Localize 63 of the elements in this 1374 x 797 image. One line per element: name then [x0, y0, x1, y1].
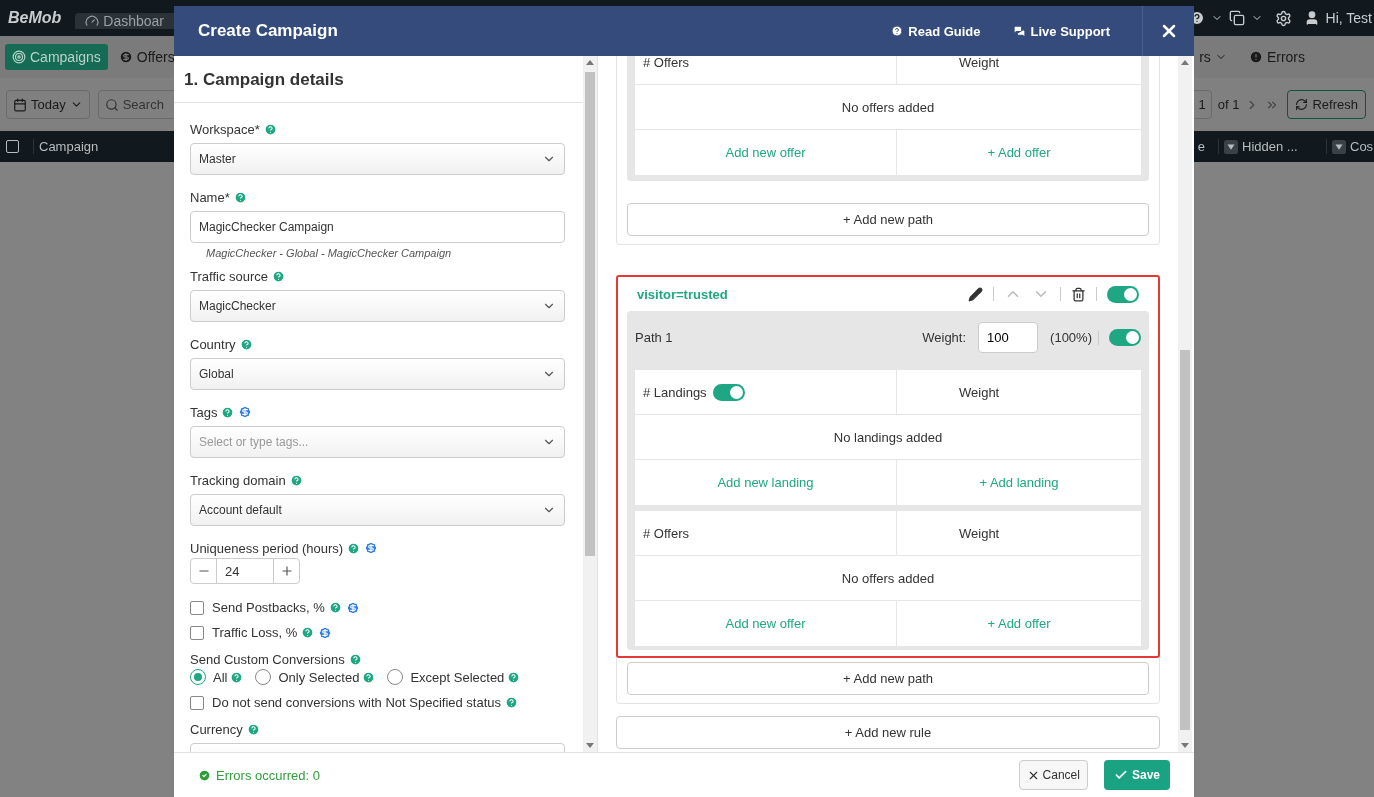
- checkbox-label: Traffic Loss, %: [212, 625, 298, 640]
- rule-condition: visitor=trusted: [637, 286, 728, 302]
- weight-field[interactable]: 100: [978, 322, 1039, 353]
- nav-tab[interactable]: rs: [1192, 44, 1234, 70]
- select-field[interactable]: Account default: [190, 494, 566, 526]
- field-label: Tracking domain: [190, 472, 286, 488]
- number-stepper[interactable]: 24: [190, 558, 300, 584]
- nav-tab[interactable]: Campaigns: [5, 44, 108, 70]
- select-field[interactable]: Select or type tags...: [190, 426, 566, 458]
- column-header: Hidden ...: [1218, 139, 1318, 154]
- add-path-button[interactable]: + Add new path: [627, 662, 1149, 695]
- column-header: Campaign: [33, 139, 104, 154]
- field-label: Country: [190, 336, 236, 352]
- table-header-cell: Weight: [897, 511, 1141, 555]
- page-total: of 1: [1217, 97, 1240, 112]
- field-hint: MagicChecker - Global - MagicChecker Campaign: [206, 247, 453, 259]
- refresh-button[interactable]: Refresh: [1287, 90, 1366, 119]
- checkbox-label: Do not send conversions with Not Specified status: [212, 695, 502, 710]
- user-menu[interactable]: Hi, Test: [1303, 10, 1372, 26]
- field-label: Workspace*: [190, 121, 260, 137]
- cancel-button[interactable]: Cancel: [1018, 760, 1088, 790]
- checkbox-label: Send Postbacks, %: [212, 600, 325, 615]
- add-link[interactable]: + Add offer: [897, 601, 1141, 646]
- text-field[interactable]: MagicChecker Campaign: [190, 211, 566, 243]
- field-label: Tags: [190, 404, 218, 420]
- status-message: Errors occurred: 0: [198, 767, 321, 783]
- logo: BeMob: [8, 9, 62, 27]
- empty-message: No landings added: [635, 415, 1141, 459]
- add-new-link[interactable]: Add new landing: [635, 460, 896, 505]
- add-path-button[interactable]: + Add new path: [627, 203, 1149, 236]
- table-header-cell: # Landings: [635, 370, 896, 414]
- weight-share: (100%): [1050, 330, 1092, 345]
- add-rule-button[interactable]: + Add new rule: [616, 716, 1160, 749]
- save-button[interactable]: Save: [1103, 760, 1170, 790]
- radio-label: Except Selected: [410, 669, 505, 685]
- path-name: Path 1: [635, 330, 673, 345]
- table-header-cell: # Offers: [635, 56, 896, 84]
- select-field[interactable]: Global: [190, 358, 566, 390]
- add-link[interactable]: + Add offer: [897, 130, 1141, 175]
- field-label: Traffic source: [190, 268, 269, 284]
- table-header-cell: # Offers: [635, 511, 896, 555]
- select-field[interactable]: Master: [190, 143, 566, 175]
- column-header: Cos: [1326, 139, 1374, 154]
- nav-tab[interactable]: Errors: [1241, 44, 1312, 70]
- empty-message: No offers added: [635, 85, 1141, 129]
- add-new-link[interactable]: Add new offer: [635, 130, 896, 175]
- empty-message: No offers added: [635, 556, 1141, 600]
- weight-label: Weight:: [922, 330, 967, 345]
- field-label: Uniqueness period (hours): [190, 540, 344, 556]
- add-new-link[interactable]: Add new offer: [635, 601, 896, 646]
- header-link[interactable]: Live Support: [1012, 23, 1110, 39]
- add-link[interactable]: + Add landing: [897, 460, 1141, 505]
- date-button[interactable]: Today: [6, 90, 90, 119]
- field-label: Send Custom Conversions: [190, 651, 345, 667]
- dialog-title: Create Campaign: [198, 21, 338, 41]
- radio-label: Only Selected: [278, 669, 360, 685]
- table-header-cell: Weight: [897, 56, 1141, 84]
- field-label: Name*: [190, 189, 230, 205]
- header-link[interactable]: Read Guide: [891, 23, 981, 39]
- radio-label: All: [213, 669, 228, 685]
- table-header-cell: Weight: [897, 370, 1141, 414]
- select-field[interactable]: MagicChecker: [190, 290, 566, 322]
- field-label: Currency: [190, 721, 243, 737]
